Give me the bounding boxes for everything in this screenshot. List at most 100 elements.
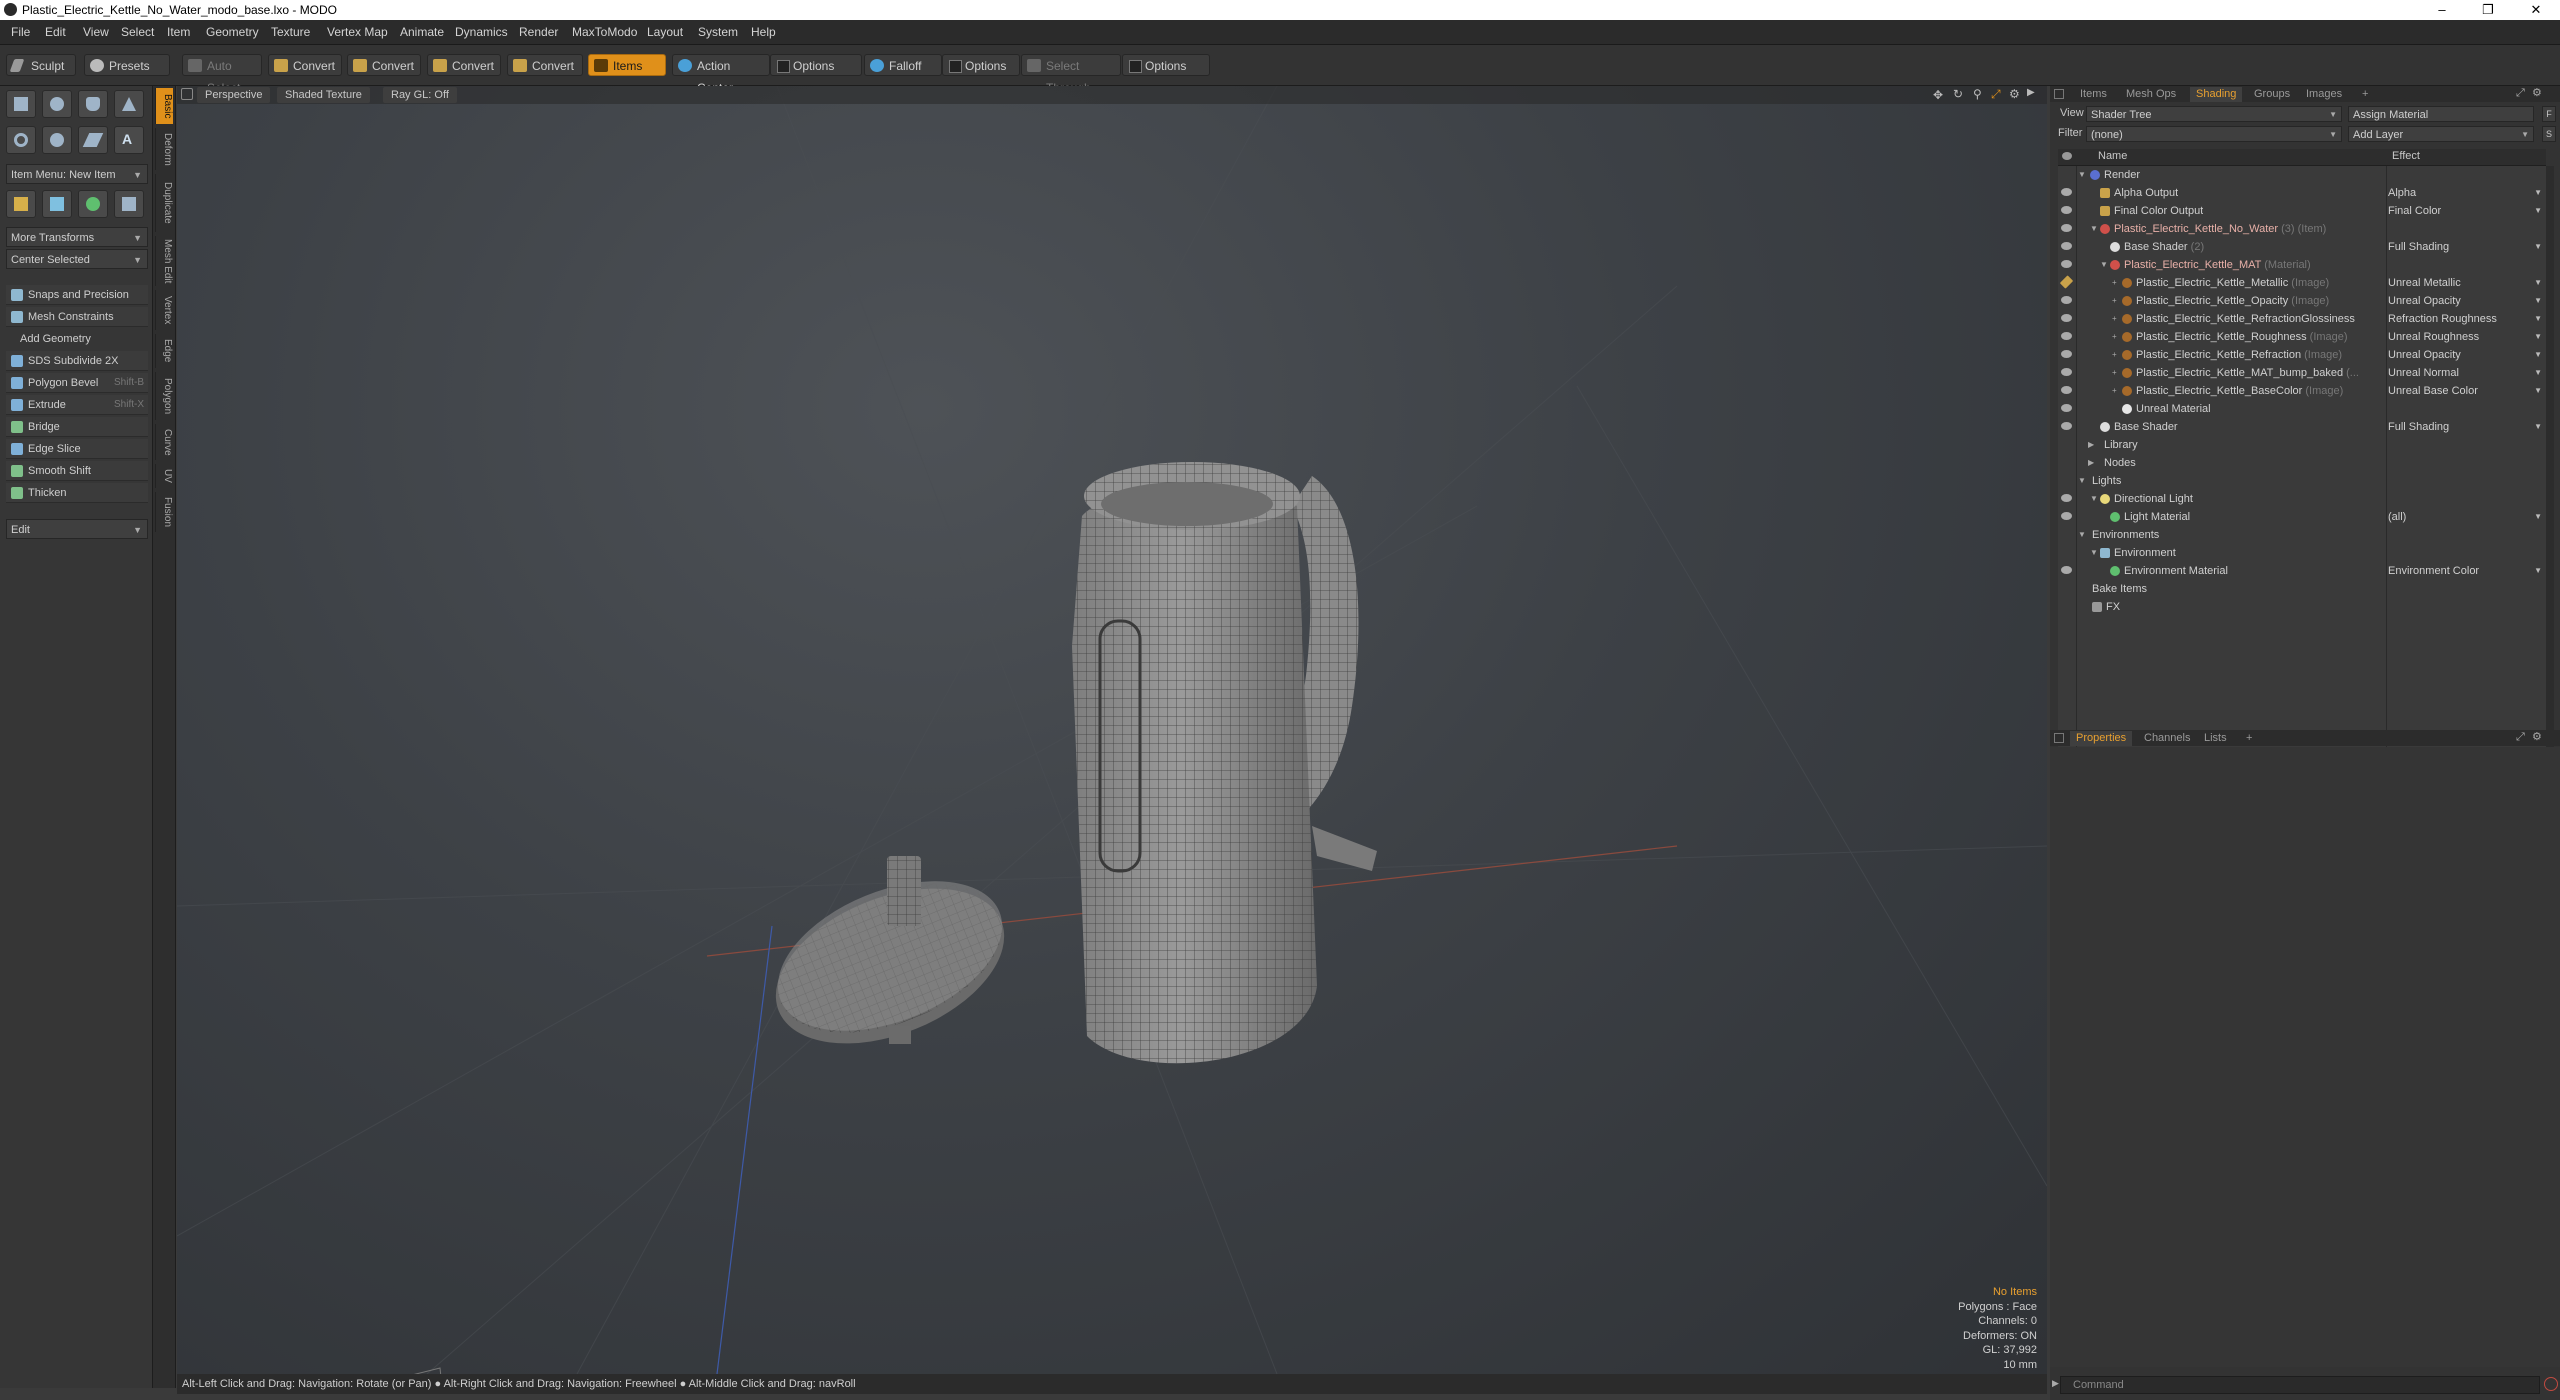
cone-tool-button[interactable] [114,90,144,118]
tab-uv[interactable]: UV [155,464,173,488]
convert-vertices-button[interactable]: Convert [268,54,342,76]
chevron-down-icon[interactable]: ▼ [2534,346,2542,364]
center-selected-dropdown[interactable]: Center Selected ▼ [6,249,148,269]
menu-texture[interactable]: Texture [271,25,310,39]
menu-file[interactable]: File [11,25,30,39]
items-mode-button[interactable]: Items [588,54,666,76]
panel-settings-icon[interactable]: ⚙ [2532,730,2542,743]
thicken-button[interactable]: Thicken [6,483,148,503]
tree-row-base-shader-2[interactable]: Base Shader (2) Full Shading ▼ [2058,238,2546,256]
tree-row-nodes[interactable]: ▶ Nodes [2058,454,2546,472]
eye-icon[interactable] [2061,566,2072,574]
add-layer-dropdown[interactable]: Add Layer ▼ [2348,126,2534,142]
mesh-constraints-button[interactable]: Mesh Constraints [6,307,148,327]
action-center-options-button[interactable]: Options [770,54,862,76]
eye-icon[interactable] [2061,350,2072,358]
extrude-button[interactable]: Extrude Shift-X [6,395,148,415]
tree-row-alpha-output[interactable]: Alpha Output Alpha ▼ [2058,184,2546,202]
pen-tool-button[interactable] [78,126,108,154]
chevron-down-icon[interactable]: ▼ [2534,364,2542,382]
select-through-options-button[interactable]: Options [1122,54,1210,76]
cylinder-tool-button[interactable] [78,90,108,118]
chevron-down-icon[interactable]: ▼ [2534,562,2542,580]
tab-channels[interactable]: Channels [2138,731,2196,746]
effect-column-header[interactable]: Effect [2392,150,2420,162]
tree-row-fx[interactable]: FX [2058,598,2546,616]
3d-viewport[interactable]: Perspective Shaded Texture Ray GL: Off ✥… [177,86,2047,1374]
chevron-down-icon[interactable]: ▼ [2534,508,2542,526]
s-icon[interactable]: S [2542,126,2556,142]
more-transforms-dropdown[interactable]: More Transforms ▼ [6,227,148,247]
scale-tool-button[interactable] [114,190,144,218]
eye-icon[interactable] [2061,224,2072,232]
menu-view[interactable]: View [83,25,109,39]
menu-geometry[interactable]: Geometry [206,25,259,39]
edge-slice-button[interactable]: Edge Slice [6,439,148,459]
perspective-button[interactable]: Perspective [197,87,271,103]
add-geometry-header[interactable]: Add Geometry [6,329,148,349]
eye-icon[interactable] [2061,368,2072,376]
auto-select-button[interactable]: Auto Select [182,54,262,95]
eye-icon[interactable] [2061,260,2072,268]
presets-button[interactable]: Presets [84,54,170,76]
tree-row-environment[interactable]: ▼ Environment [2058,544,2546,562]
eye-icon[interactable] [2061,386,2072,394]
torus-tool-button[interactable] [6,126,36,154]
tab-edge[interactable]: Edge [155,334,173,368]
chevron-down-icon[interactable]: ▼ [2534,328,2542,346]
maximize-panel-icon[interactable]: ⤢ [2516,731,2525,744]
tree-row-metallic[interactable]: + Plastic_Electric_Kettle_Metallic (Image… [2058,274,2546,292]
panel-settings-icon[interactable]: ⚙ [2532,86,2542,99]
add-tab-icon[interactable]: + [2356,87,2374,102]
falloff-options-button[interactable]: Options [942,54,1020,76]
maximize-icon[interactable]: ❐ [2466,0,2510,20]
tab-properties[interactable]: Properties [2070,731,2133,746]
tree-row-directional-light[interactable]: ▼ Directional Light [2058,490,2546,508]
eye-icon[interactable] [2061,296,2072,304]
smooth-shift-button[interactable]: Smooth Shift [6,461,148,481]
tab-deform[interactable]: Deform [155,128,173,170]
capsule-tool-button[interactable] [42,126,72,154]
tree-row-roughness[interactable]: + Plastic_Electric_Kettle_Roughness (Imag… [2058,328,2546,346]
select-through-button[interactable]: Select Through [1021,54,1121,95]
falloff-button[interactable]: Falloff [864,54,942,76]
tree-row-environments[interactable]: ▼ Environments [2058,526,2546,544]
eye-icon[interactable] [2061,494,2072,502]
viewport-menu-icon[interactable] [181,88,193,100]
sculpt-button[interactable]: Sculpt [6,54,76,76]
menu-help[interactable]: Help [751,25,776,39]
flag-icon[interactable]: F [2542,106,2556,122]
chevron-down-icon[interactable]: ▼ [2534,382,2542,400]
chevron-down-icon[interactable]: ▼ [2534,238,2542,256]
tab-basic[interactable]: Basic [155,88,173,124]
panel-menu-icon[interactable] [2054,733,2064,743]
tree-row-base-shader[interactable]: Base Shader Full Shading ▼ [2058,418,2546,436]
convert-edges-button[interactable]: Convert [347,54,421,76]
tab-images[interactable]: Images [2300,87,2348,102]
command-history-icon[interactable] [2544,1377,2558,1391]
tab-fusion[interactable]: Fusion [155,492,173,532]
tree-row-final-color-output[interactable]: Final Color Output Final Color ▼ [2058,202,2546,220]
tab-items[interactable]: Items [2074,87,2113,102]
bridge-button[interactable]: Bridge [6,417,148,437]
item-menu-dropdown[interactable]: Item Menu: New Item ▼ [6,164,148,184]
menu-edit[interactable]: Edit [45,25,66,39]
close-icon[interactable]: ✕ [2514,0,2558,20]
eye-icon[interactable] [2061,422,2072,430]
chevron-down-icon[interactable]: ▼ [2534,274,2542,292]
snaps-precision-button[interactable]: Snaps and Precision [6,285,148,305]
eye-icon[interactable] [2061,404,2072,412]
rotate-tool-button[interactable] [78,190,108,218]
menu-item[interactable]: Item [167,25,190,39]
tree-row-opacity[interactable]: + Plastic_Electric_Kettle_Opacity (Image)… [2058,292,2546,310]
tree-row-library[interactable]: ▶ Library [2058,436,2546,454]
orbit-icon[interactable]: ↻ [1953,87,1963,101]
eye-icon[interactable] [2061,332,2072,340]
tree-row-refraction[interactable]: + Plastic_Electric_Kettle_Refraction (Ima… [2058,346,2546,364]
menu-select[interactable]: Select [121,25,154,39]
pan-icon[interactable]: ✥ [1933,88,1943,102]
tab-duplicate[interactable]: Duplicate [155,174,173,232]
move-tool-button[interactable] [42,190,72,218]
menu-maxtomodo[interactable]: MaxToModo [572,25,637,39]
shaded-texture-button[interactable]: Shaded Texture [277,87,370,103]
